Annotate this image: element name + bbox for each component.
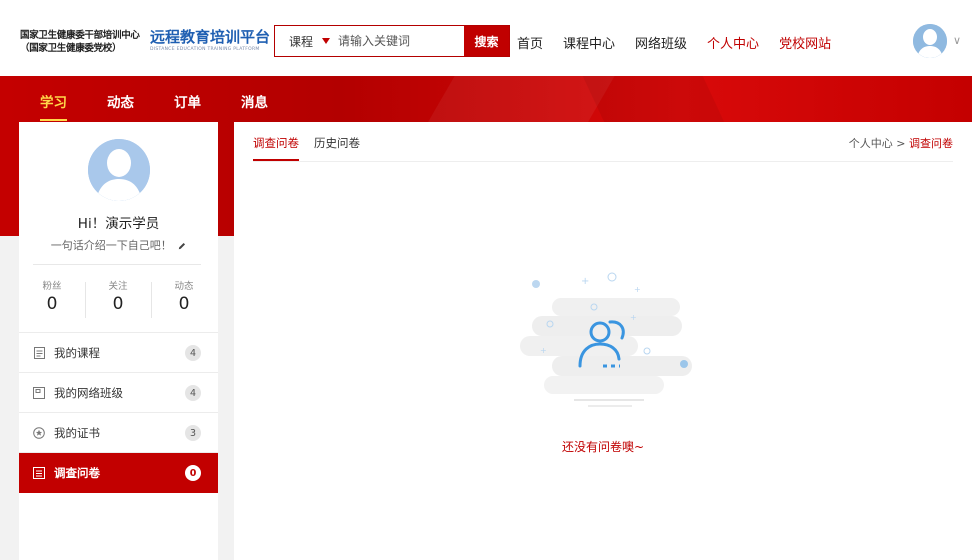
profile-sidebar: Hi！演示学员 一句话介绍一下自己吧！ 粉丝 0 关注 0 动态 0 我的课程 … (19, 122, 218, 560)
subnav-activity[interactable]: 动态 (107, 91, 134, 111)
sidebar-item-my-courses[interactable]: 我的课程 4 (19, 333, 218, 373)
user-silhouette-icon (88, 139, 150, 201)
sidebar-item-my-certificates[interactable]: 我的证书 3 (19, 413, 218, 453)
breadcrumb-parent[interactable]: 个人中心 (849, 137, 893, 150)
profile-stats: 粉丝 0 关注 0 动态 0 (19, 278, 218, 318)
breadcrumb-separator: > (892, 137, 909, 150)
svg-text:+: + (634, 285, 641, 294)
nav-personal-center[interactable]: 个人中心 (707, 33, 759, 52)
sub-nav: 学习 动态 订单 消息 (40, 91, 308, 121)
count-badge: 0 (185, 465, 201, 481)
sidebar-item-my-classes[interactable]: 我的网络班级 4 (19, 373, 218, 413)
search-scope-select[interactable]: 课程 (289, 33, 313, 50)
breadcrumb: 个人中心 > 调查问卷 (849, 135, 953, 151)
search-box: 课程 搜索 (274, 25, 510, 57)
tab-surveys[interactable]: 调查问卷 (253, 135, 299, 151)
count-badge: 3 (185, 425, 201, 441)
stat-following[interactable]: 关注 0 (85, 278, 151, 318)
subnav-study[interactable]: 学习 (40, 91, 67, 121)
profile-avatar[interactable] (88, 139, 150, 201)
svg-text:+: + (581, 276, 589, 287)
stat-value: 0 (112, 294, 124, 314)
stat-label: 粉丝 (42, 281, 62, 292)
profile-intro-text: 一句话介绍一下自己吧！ (50, 239, 172, 252)
stat-followers[interactable]: 粉丝 0 (19, 278, 85, 314)
stat-value: 0 (46, 294, 58, 314)
sidebar-item-label: 我的课程 (54, 345, 100, 360)
nav-course-center[interactable]: 课程中心 (563, 33, 615, 52)
count-badge: 4 (185, 385, 201, 401)
search-button[interactable]: 搜索 (464, 26, 509, 56)
org-logo-text[interactable]: 国家卫生健康委干部培训中心 （国家卫生健康委党校） (20, 29, 142, 55)
org-name-line1: 国家卫生健康委干部培训中心 (20, 30, 140, 41)
org-name-line2: （国家卫生健康委党校） (20, 43, 122, 54)
platform-name-en: DISTANCE EDUCATION TRAINING PLATFORM (150, 47, 260, 52)
survey-tabs: 调查问卷 历史问卷 个人中心 > 调查问卷 (234, 122, 972, 162)
tab-history-surveys[interactable]: 历史问卷 (314, 135, 360, 151)
nav-home[interactable]: 首页 (517, 33, 543, 52)
sidebar-menu: 我的课程 4 我的网络班级 4 我的证书 3 调查问卷 0 (19, 332, 218, 493)
sidebar-item-surveys[interactable]: 调查问卷 0 (19, 453, 218, 493)
subnav-orders[interactable]: 订单 (174, 91, 201, 111)
main-content: 调查问卷 历史问卷 个人中心 > 调查问卷 + + + + 还没有问卷噢~ (234, 122, 972, 560)
star-badge-icon (33, 426, 45, 439)
stat-label: 动态 (174, 281, 194, 292)
empty-state-illustration: + + + + (520, 272, 692, 407)
count-badge: 4 (185, 345, 201, 361)
stat-value: 0 (178, 294, 190, 314)
breadcrumb-current: 调查问卷 (909, 137, 953, 150)
divider (33, 264, 201, 265)
divider (253, 161, 953, 162)
subnav-messages[interactable]: 消息 (241, 91, 268, 111)
pencil-icon[interactable] (178, 242, 186, 250)
svg-text:+: + (630, 313, 637, 322)
nav-online-class[interactable]: 网络班级 (635, 33, 687, 52)
sidebar-item-label: 我的网络班级 (54, 385, 123, 400)
survey-icon (33, 466, 45, 479)
main-nav: 首页 课程中心 网络班级 个人中心 党校网站 (517, 33, 851, 52)
profile-intro[interactable]: 一句话介绍一下自己吧！ (19, 237, 218, 253)
empty-state-message: 还没有问卷噢~ (561, 440, 645, 454)
platform-logo[interactable]: 远程教育培训平台 DISTANCE EDUCATION TRAINING PLA… (150, 28, 270, 52)
sidebar-item-label: 我的证书 (54, 425, 100, 440)
stat-activities[interactable]: 动态 0 (151, 278, 217, 318)
svg-text:+: + (540, 346, 547, 355)
chevron-down-icon[interactable]: ∨ (953, 34, 961, 47)
user-silhouette-icon (913, 24, 947, 58)
caret-down-icon[interactable] (322, 38, 331, 44)
top-header: 国家卫生健康委干部培训中心 （国家卫生健康委党校） 远程教育培训平台 DISTA… (0, 0, 972, 76)
user-avatar[interactable] (913, 24, 947, 58)
class-icon (33, 386, 45, 399)
nav-party-school-site[interactable]: 党校网站 (779, 33, 831, 52)
platform-name: 远程教育培训平台 (150, 28, 271, 46)
search-input[interactable] (338, 34, 439, 48)
sidebar-item-label: 调查问卷 (54, 465, 100, 480)
document-icon (33, 346, 45, 359)
profile-greeting: Hi！演示学员 (77, 216, 160, 232)
stat-label: 关注 (108, 281, 128, 292)
